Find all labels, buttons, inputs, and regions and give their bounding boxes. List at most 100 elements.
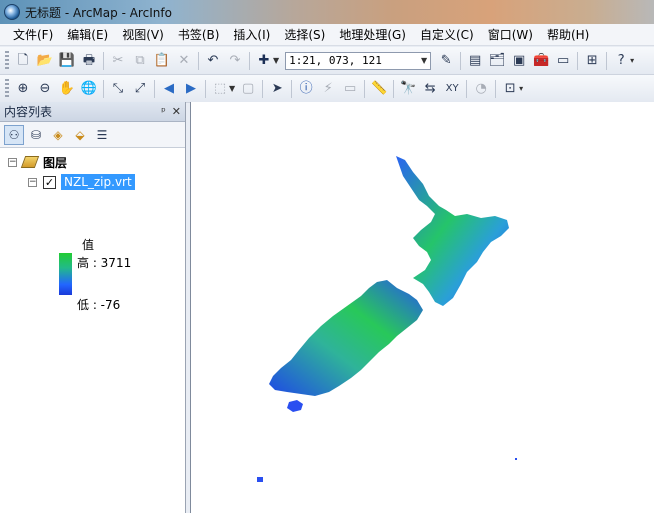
standard-toolbar: 🗋 📂 💾 🖶 ✂ ⧉ 📋 ✕ ↶ ↷ ✚ ▼ 1:21, 073, 121 ▼… (0, 47, 654, 75)
window-title: 无标题 - ArcMap - ArcInfo (25, 5, 172, 20)
full-extent-globe-icon[interactable]: 🌐 (79, 79, 99, 99)
select-features-icon[interactable]: ⬚ (210, 79, 230, 99)
fixed-zoom-out-icon[interactable]: ⤢ (130, 79, 150, 99)
menu-help[interactable]: 帮助(H) (540, 25, 596, 45)
toolbar-separator (103, 79, 104, 98)
legend-high-label: 高 : 3711 (77, 256, 132, 270)
pin-icon[interactable]: ᵖ (161, 105, 166, 118)
list-by-visibility-icon[interactable]: ◈ (48, 125, 68, 145)
paste-icon[interactable]: 📋 (152, 51, 172, 71)
add-data-dropdown-icon[interactable]: ▼ (273, 56, 279, 65)
toolbar-separator (103, 51, 104, 70)
modelbuilder-icon[interactable]: ⊞ (582, 51, 602, 71)
legend-low-label: 低 : -76 (77, 298, 121, 312)
new-document-icon[interactable]: 🗋 (13, 51, 33, 71)
cut-icon[interactable]: ✂ (108, 51, 128, 71)
forward-arrow-icon[interactable]: ▶ (181, 79, 201, 99)
time-slider-icon[interactable]: ◔ (471, 79, 491, 99)
find-binoculars-icon[interactable]: 🔭 (398, 79, 418, 99)
catalog-icon[interactable]: 🗂 (487, 51, 507, 71)
table-of-contents-panel: 内容列表 ᵖ ✕ ⚇ ⛁ ◈ ⬙ ☰ − 图层 − ✓ NZL_zip.vrt … (0, 102, 186, 513)
collapse-icon[interactable]: − (28, 177, 37, 187)
list-by-source-icon[interactable]: ⛁ (26, 125, 46, 145)
stewart-island-shape (287, 400, 303, 412)
copy-icon[interactable]: ⧉ (130, 51, 150, 71)
south-island-shape (269, 280, 423, 396)
add-data-icon[interactable]: ✚ (254, 51, 274, 71)
toolbar-separator (393, 79, 395, 98)
layer-name[interactable]: NZL_zip.vrt (61, 174, 135, 190)
identify-icon[interactable]: ⓘ (296, 79, 316, 99)
toc-options-icon[interactable]: ☰ (92, 125, 112, 145)
menu-windows[interactable]: 窗口(W) (481, 25, 540, 45)
select-dropdown-icon[interactable]: ▼ (229, 84, 235, 93)
fixed-zoom-in-icon[interactable]: ⤡ (108, 79, 128, 99)
menu-edit[interactable]: 编辑(E) (60, 25, 115, 45)
select-elements-arrow-icon[interactable]: ➤ (267, 79, 287, 99)
menu-bookmarks[interactable]: 书签(B) (171, 25, 227, 45)
data-frame-label[interactable]: 图层 (43, 154, 67, 171)
undo-icon[interactable]: ↶ (203, 51, 223, 71)
find-route-icon[interactable]: ⇆ (420, 79, 440, 99)
editor-toolbar-icon[interactable]: ✎ (436, 51, 456, 71)
pan-hand-icon[interactable]: ✋ (57, 79, 77, 99)
dem-raster-map[interactable] (191, 102, 654, 513)
toc-toolbar: ⚇ ⛁ ◈ ⬙ ☰ (0, 122, 185, 148)
zoom-out-icon[interactable]: ⊖ (35, 79, 55, 99)
collapse-icon[interactable]: − (8, 157, 17, 167)
menu-selection[interactable]: 选择(S) (277, 25, 332, 45)
map-display[interactable] (190, 102, 654, 513)
redo-icon[interactable]: ↷ (225, 51, 245, 71)
back-arrow-icon[interactable]: ◀ (159, 79, 179, 99)
title-bar: 无标题 - ArcMap - ArcInfo (0, 0, 654, 24)
create-viewer-window-icon[interactable]: ⊡ (500, 79, 520, 99)
toolbar-separator (205, 79, 206, 98)
toolbar-separator (262, 79, 264, 98)
arcmap-globe-icon (4, 4, 20, 20)
toc-window-controls: ᵖ ✕ (161, 105, 181, 118)
outlying-island-shape (257, 477, 263, 482)
toc-header: 内容列表 ᵖ ✕ (0, 102, 185, 122)
open-folder-icon[interactable]: 📂 (35, 51, 55, 71)
map-scale-combo[interactable]: 1:21, 073, 121 ▼ (285, 51, 432, 70)
layers-icon (20, 156, 40, 168)
save-icon[interactable]: 💾 (57, 51, 77, 71)
toolbar-grip[interactable] (5, 50, 9, 71)
measure-ruler-icon[interactable]: 📏 (369, 79, 389, 99)
table-of-contents-icon[interactable]: ▤ (465, 51, 485, 71)
toolbar-overflow-icon[interactable]: ▾ (519, 84, 523, 93)
toolbar-separator (606, 51, 608, 70)
menu-geoprocessing[interactable]: 地理处理(G) (332, 25, 413, 45)
menu-insert[interactable]: 插入(I) (226, 25, 277, 45)
toolbar-separator (291, 79, 293, 98)
color-ramp-swatch[interactable] (59, 253, 72, 295)
go-to-xy-icon[interactable]: XY (442, 79, 462, 99)
legend-title: 值 (82, 238, 95, 252)
close-icon[interactable]: ✕ (172, 105, 181, 118)
whats-this-help-icon[interactable]: ? (611, 51, 631, 71)
search-window-icon[interactable]: ▣ (509, 51, 529, 71)
html-popup-icon[interactable]: ▭ (340, 79, 360, 99)
layer-visibility-checkbox[interactable]: ✓ (43, 175, 56, 189)
clear-selection-icon[interactable]: ▢ (238, 79, 258, 99)
tools-toolbar: ⊕ ⊖ ✋ 🌐 ⤡ ⤢ ◀ ▶ ⬚ ▼ ▢ ➤ ⓘ ⚡ ▭ 📏 🔭 ⇆ XY ◔… (0, 75, 654, 103)
menu-file[interactable]: 文件(F) (6, 25, 60, 45)
print-icon[interactable]: 🖶 (79, 51, 99, 71)
list-by-selection-icon[interactable]: ⬙ (70, 125, 90, 145)
chevron-down-icon[interactable]: ▼ (421, 56, 427, 65)
menu-bar: 文件(F) 编辑(E) 视图(V) 书签(B) 插入(I) 选择(S) 地理处理… (0, 24, 654, 46)
hyperlink-icon[interactable]: ⚡ (318, 79, 338, 99)
arctoolbox-icon[interactable]: 🧰 (531, 51, 551, 71)
toolbar-separator (577, 51, 579, 70)
toolbar-overflow-icon[interactable]: ▾ (630, 56, 634, 65)
menu-customize[interactable]: 自定义(C) (413, 25, 481, 45)
list-by-drawing-order-icon[interactable]: ⚇ (4, 124, 24, 145)
menu-view[interactable]: 视图(V) (115, 25, 171, 45)
toolbar-separator (460, 51, 462, 70)
toolbar-separator (154, 79, 155, 98)
python-window-icon[interactable]: ▭ (553, 51, 573, 71)
delete-icon[interactable]: ✕ (174, 51, 194, 71)
toolbar-separator (249, 51, 250, 70)
toolbar-grip[interactable] (5, 78, 9, 99)
zoom-in-icon[interactable]: ⊕ (13, 79, 33, 99)
